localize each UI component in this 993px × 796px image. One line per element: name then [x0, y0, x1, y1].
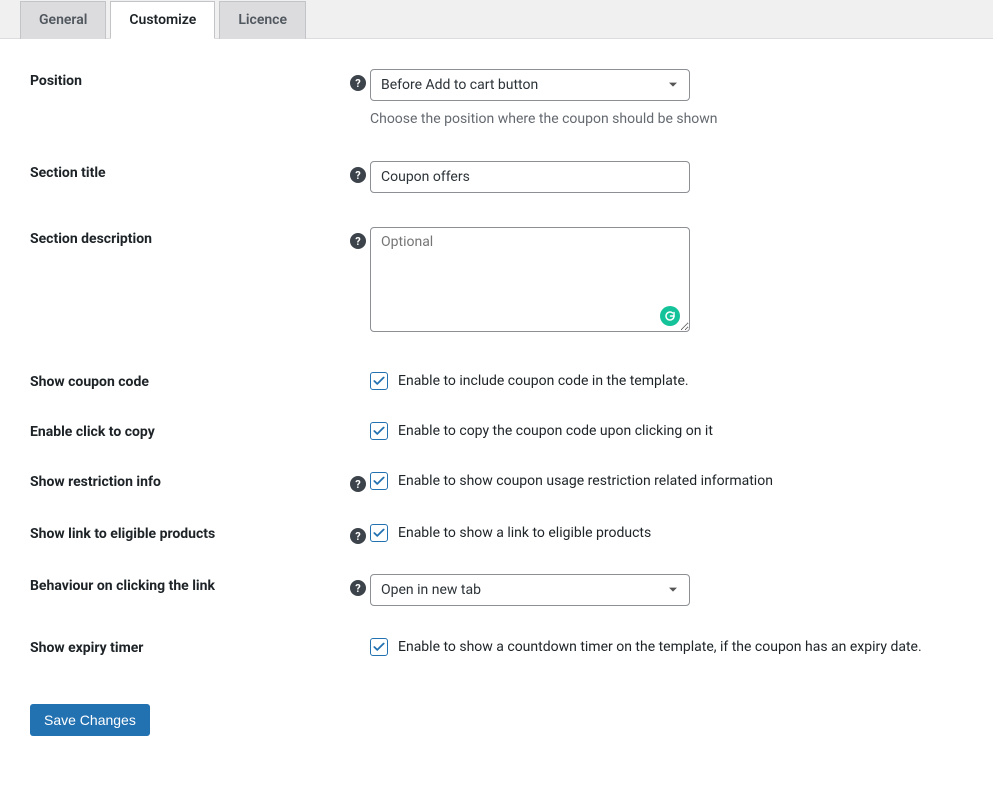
section-description-textarea[interactable] — [370, 227, 690, 332]
grammarly-icon — [660, 306, 680, 326]
save-button[interactable]: Save Changes — [30, 704, 150, 736]
row-show-coupon-code: Show coupon code Enable to include coupo… — [30, 370, 963, 390]
tab-customize[interactable]: Customize — [110, 1, 215, 39]
help-icon[interactable]: ? — [350, 528, 366, 544]
label-show-coupon-code: Show coupon code — [30, 370, 346, 390]
row-show-expiry-timer: Show expiry timer Enable to show a count… — [30, 636, 963, 656]
help-icon[interactable]: ? — [350, 75, 366, 91]
show-expiry-timer-checkbox[interactable] — [370, 638, 388, 656]
show-coupon-code-checkbox[interactable] — [370, 372, 388, 390]
show-link-eligible-checkbox[interactable] — [370, 524, 388, 542]
label-enable-click-to-copy: Enable click to copy — [30, 420, 346, 440]
show-restriction-info-checkbox[interactable] — [370, 472, 388, 490]
section-title-input[interactable] — [370, 161, 690, 193]
tabs-row: General Customize Licence — [0, 0, 993, 39]
show-restriction-info-desc: Enable to show coupon usage restriction … — [398, 473, 773, 489]
position-select[interactable]: Before Add to cart button — [370, 69, 690, 101]
row-behaviour-click: Behaviour on clicking the link ? Open in… — [30, 574, 963, 606]
position-help-text: Choose the position where the coupon sho… — [370, 111, 963, 127]
label-behaviour-click: Behaviour on clicking the link — [30, 574, 346, 594]
label-show-expiry-timer: Show expiry timer — [30, 636, 346, 656]
tab-licence[interactable]: Licence — [219, 1, 306, 39]
tab-general[interactable]: General — [20, 1, 106, 39]
row-position: Position ? Before Add to cart button Cho… — [30, 69, 963, 127]
enable-click-to-copy-checkbox[interactable] — [370, 422, 388, 440]
row-show-restriction-info: Show restriction info ? Enable to show c… — [30, 470, 963, 492]
row-show-link-eligible: Show link to eligible products ? Enable … — [30, 522, 963, 544]
behaviour-click-select[interactable]: Open in new tab — [370, 574, 690, 606]
enable-click-to-copy-desc: Enable to copy the coupon code upon clic… — [398, 423, 713, 439]
label-section-description: Section description — [30, 227, 346, 247]
form-content: Position ? Before Add to cart button Cho… — [0, 39, 993, 766]
label-position: Position — [30, 69, 346, 89]
row-section-title: Section title ? — [30, 161, 963, 193]
help-icon[interactable]: ? — [350, 167, 366, 183]
show-coupon-code-desc: Enable to include coupon code in the tem… — [398, 373, 689, 389]
label-section-title: Section title — [30, 161, 346, 181]
show-link-eligible-desc: Enable to show a link to eligible produc… — [398, 525, 651, 541]
help-icon[interactable]: ? — [350, 580, 366, 596]
row-enable-click-to-copy: Enable click to copy Enable to copy the … — [30, 420, 963, 440]
help-icon[interactable]: ? — [350, 476, 366, 492]
label-show-restriction-info: Show restriction info — [30, 470, 346, 490]
label-show-link-eligible: Show link to eligible products — [30, 522, 346, 542]
help-icon[interactable]: ? — [350, 233, 366, 249]
show-expiry-timer-desc: Enable to show a countdown timer on the … — [398, 639, 922, 655]
row-section-description: Section description ? — [30, 227, 963, 336]
